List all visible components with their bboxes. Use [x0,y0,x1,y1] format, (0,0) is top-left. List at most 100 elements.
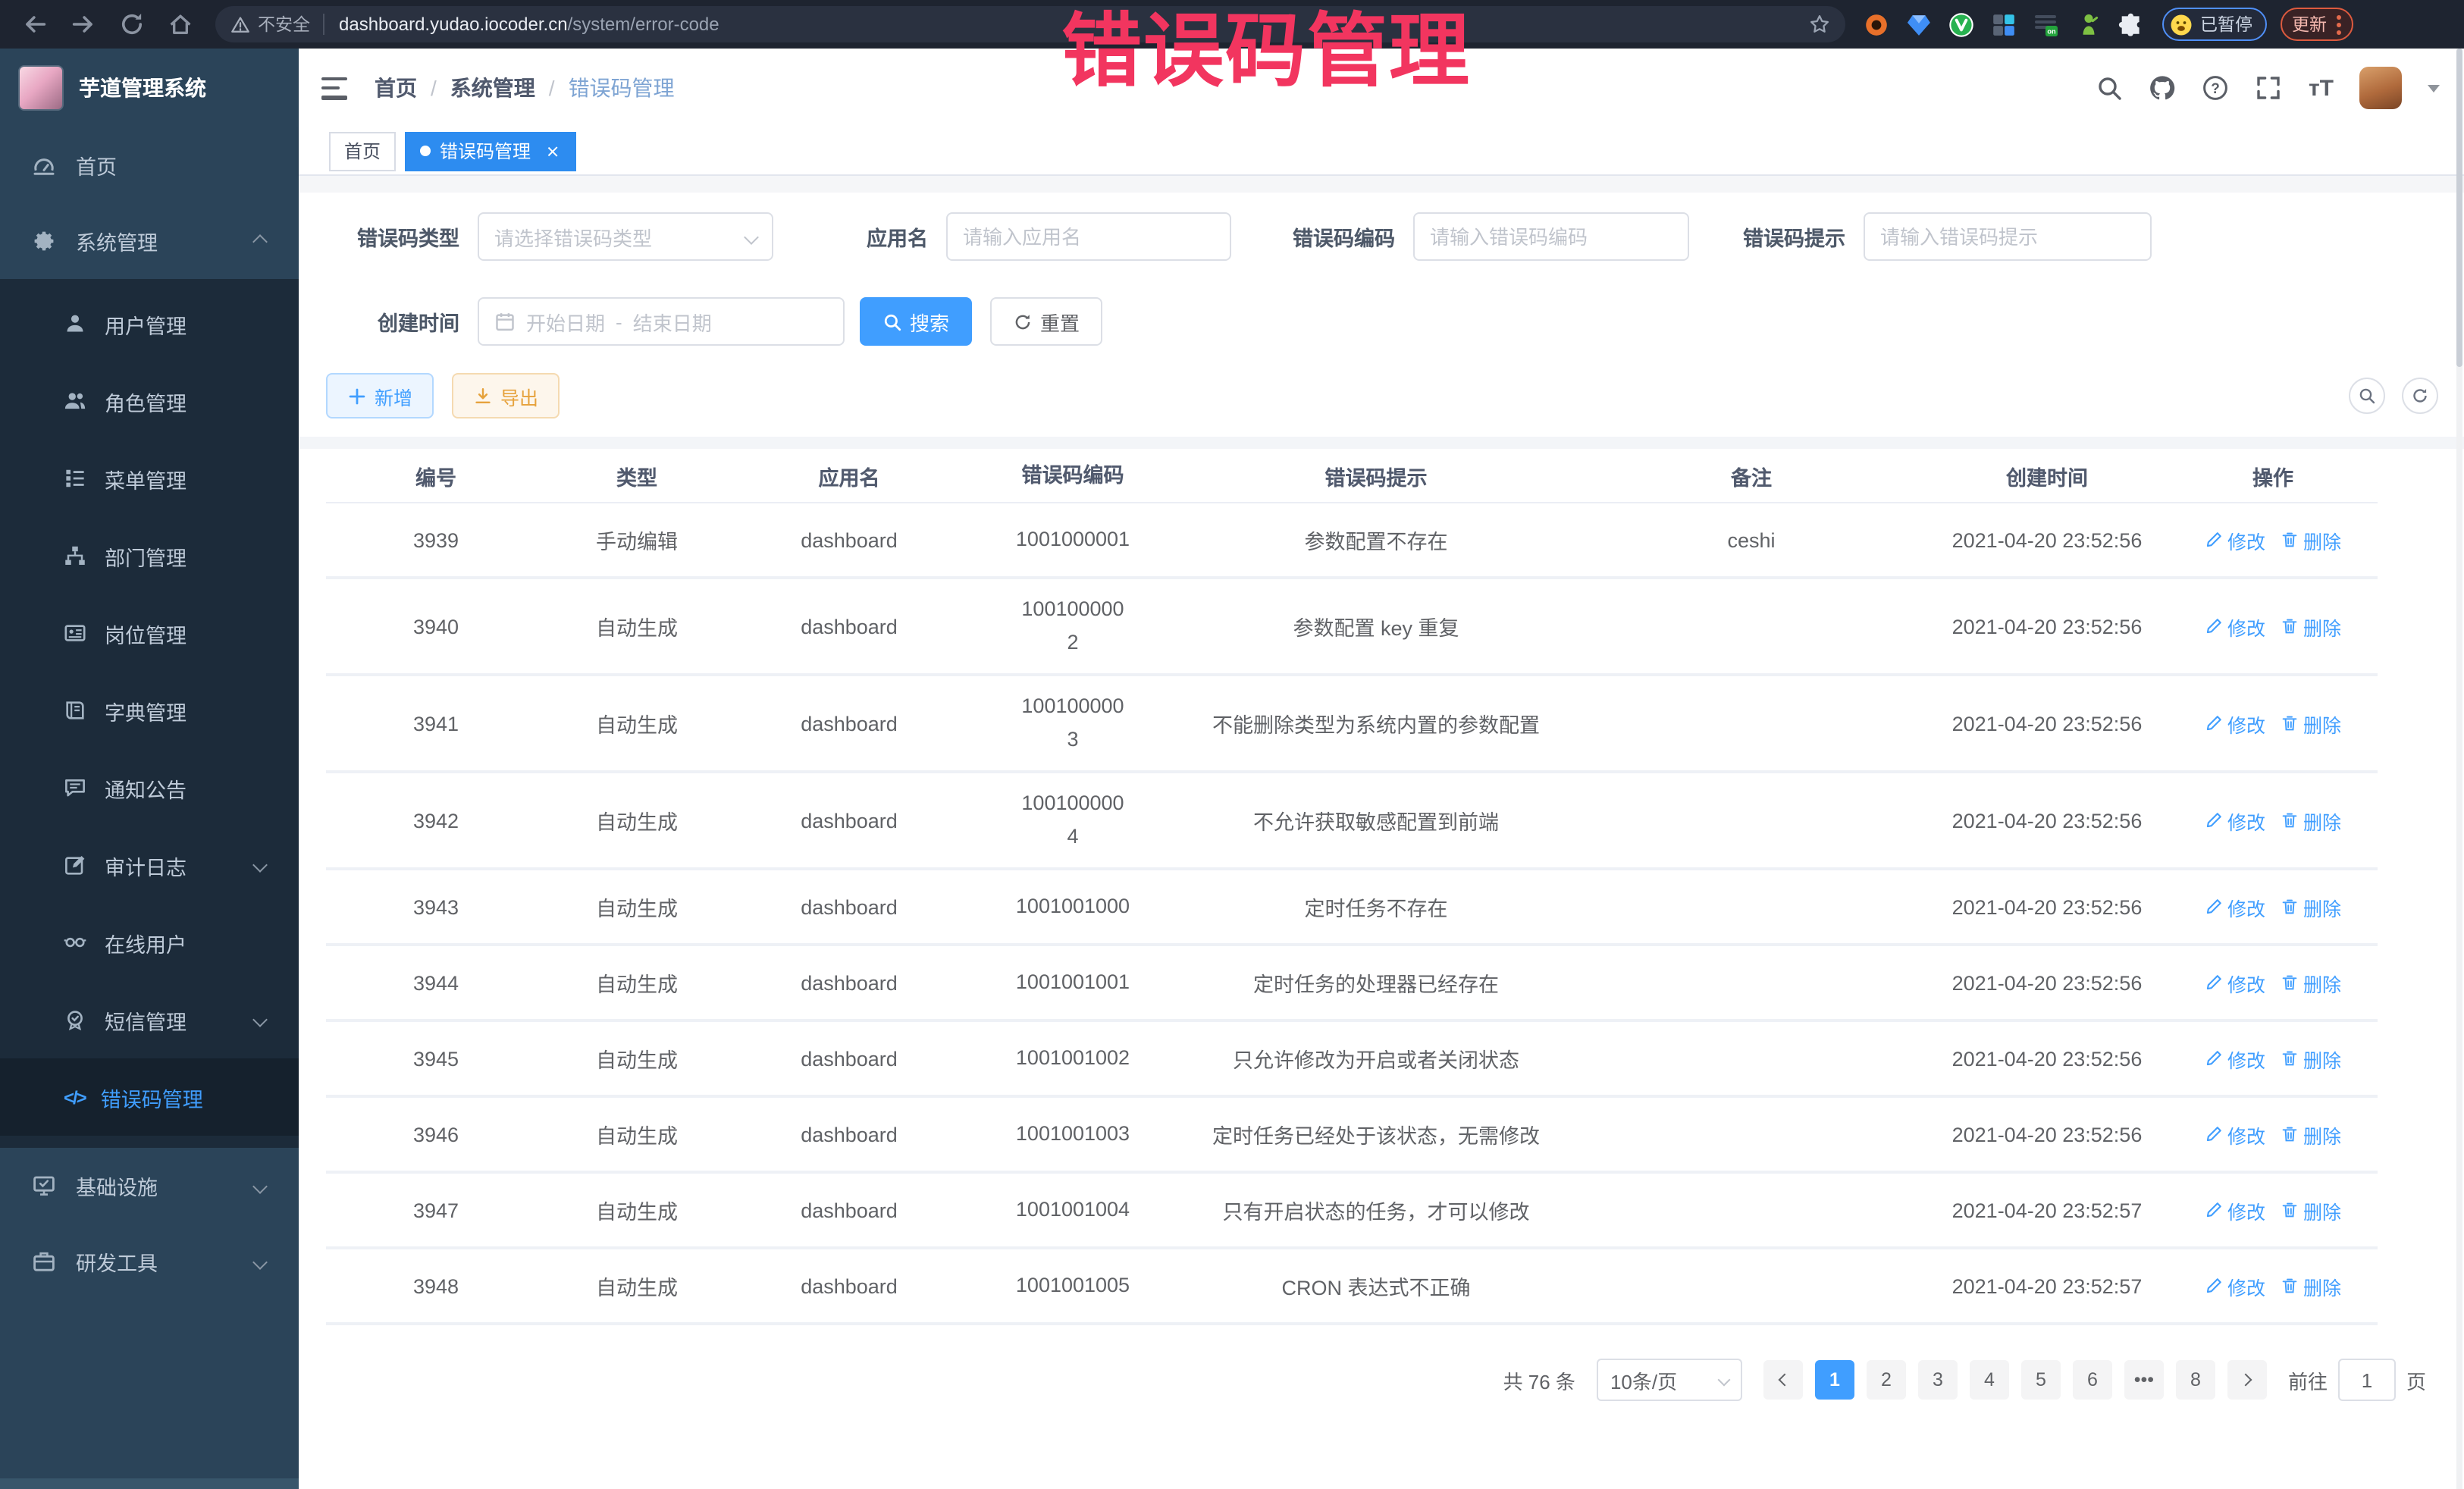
delete-link[interactable]: 删除 [2281,1271,2341,1300]
browser-home-icon[interactable] [167,11,194,38]
cell-time: 2021-04-20 23:52:56 [1926,712,2168,735]
edit-link[interactable]: 修改 [2205,1196,2265,1224]
scrollbar-thumb[interactable] [2456,49,2462,367]
page-button-4[interactable]: 4 [1970,1360,2009,1400]
extension-green-v-icon[interactable] [1948,11,1974,37]
browser-reload-icon[interactable] [118,11,146,38]
prev-page-button[interactable] [1763,1360,1803,1400]
error-code-input-wrap [1413,212,1689,261]
next-page-button[interactable] [2227,1360,2267,1400]
extension-figure-icon[interactable] [2076,11,2102,37]
search-button[interactable]: 搜索 [860,297,972,346]
sidebar-item-menu-mgmt[interactable]: 菜单管理 [0,440,299,517]
breadcrumb-home[interactable]: 首页 [375,73,417,103]
sidebar-item-infrastructure[interactable]: 基础设施 [0,1148,299,1224]
edit-link[interactable]: 修改 [2205,1271,2265,1300]
show-search-icon-button[interactable] [2349,378,2385,414]
delete-link[interactable]: 删除 [2281,709,2341,738]
sidebar-item-audit-log[interactable]: 审计日志 [0,826,299,904]
delete-link[interactable]: 删除 [2281,1196,2341,1224]
extension-puzzle-icon[interactable] [2118,11,2144,37]
delete-link[interactable]: 删除 [2281,892,2341,921]
export-button[interactable]: 导出 [452,373,560,418]
tab-error-code-mgmt[interactable]: 错误码管理 [405,131,576,171]
sidebar-item-system[interactable]: 系统管理 [0,203,299,279]
font-size-icon[interactable]: ᴛT [2309,77,2334,99]
chevron-down-icon [1717,1374,1730,1387]
app-logo-row[interactable]: 芋道管理系统 [0,49,299,127]
caret-down-icon[interactable] [2428,84,2440,92]
sidebar-item-sms-mgmt[interactable]: 短信管理 [0,981,299,1058]
sidebar-item-role-mgmt[interactable]: 角色管理 [0,362,299,440]
sidebar-item-dept-mgmt[interactable]: 部门管理 [0,517,299,594]
sidebar-item-post-mgmt[interactable]: 岗位管理 [0,594,299,672]
sidebar-item-dev-tools[interactable]: 研发工具 [0,1224,299,1299]
bookmark-star-icon[interactable] [1809,14,1830,35]
error-code-input[interactable] [1430,225,1672,248]
extension-grid-icon[interactable] [1991,11,2017,37]
goto-page-input[interactable] [2338,1359,2396,1401]
app-name-input[interactable] [963,225,1215,248]
sidebar-item-error-code-mgmt[interactable]: </> 错误码管理 [0,1058,299,1136]
extension-list-on-icon[interactable]: on [2033,11,2059,37]
hamburger-icon[interactable] [321,77,347,99]
sidebar-item-user-mgmt[interactable]: 用户管理 [0,285,299,362]
page-content: 错误码类型 请选择错误码类型 应用名 错误码编码 错误码提示 [299,212,2464,1401]
page-button-8[interactable]: 8 [2176,1360,2215,1400]
date-range-picker[interactable]: 开始日期 - 结束日期 [478,297,845,346]
breadcrumb-system[interactable]: 系统管理 [450,73,535,103]
edit-link[interactable]: 修改 [2205,1120,2265,1149]
edit-link[interactable]: 修改 [2205,892,2265,921]
edit-link[interactable]: 修改 [2205,1044,2265,1073]
sidebar-item-home[interactable]: 首页 [0,127,299,203]
help-icon[interactable]: ? [2202,74,2230,102]
address-bar[interactable]: 不安全 dashboard.yudao.iocoder.cn/system/er… [215,6,1845,42]
edit-link[interactable]: 修改 [2205,968,2265,997]
page-button-2[interactable]: 2 [1867,1360,1906,1400]
refresh-icon-button[interactable] [2402,378,2438,414]
edit-link[interactable]: 修改 [2205,612,2265,641]
cell-memo: ceshi [1577,528,1926,551]
table-row: 3944 自动生成 dashboard 1001001001 定时任务的处理器已… [326,946,2378,1022]
extension-orange-icon[interactable] [1864,11,1889,37]
sidebar-item-dict-mgmt[interactable]: 字典管理 [0,672,299,749]
edit-link[interactable]: 修改 [2205,525,2265,554]
error-hint-input[interactable] [1880,225,2135,248]
page-ellipsis[interactable]: ••• [2124,1360,2164,1400]
sidebar-item-online-users[interactable]: 在线用户 [0,904,299,981]
browser-forward-icon[interactable] [70,11,97,38]
search-icon[interactable] [2096,74,2124,102]
edit-link[interactable]: 修改 [2205,709,2265,738]
add-button[interactable]: 新增 [326,373,434,418]
browser-menu-icon[interactable] [2336,14,2340,34]
delete-link[interactable]: 删除 [2281,806,2341,835]
tab-home[interactable]: 首页 [329,131,396,171]
sidebar-item-notice-mgmt[interactable]: 通知公告 [0,749,299,826]
delete-link[interactable]: 删除 [2281,1120,2341,1149]
page-size-select[interactable]: 10条/页 [1597,1359,1742,1401]
sidebar-item-label: 短信管理 [105,1005,187,1035]
page-scrollbar[interactable] [2456,49,2462,1489]
start-date-placeholder: 开始日期 [526,307,605,336]
delete-link[interactable]: 删除 [2281,1044,2341,1073]
security-label[interactable]: 不安全 [258,12,310,36]
browser-back-icon[interactable] [21,11,49,38]
avatar[interactable] [2359,67,2402,109]
delete-link[interactable]: 删除 [2281,612,2341,641]
reset-button[interactable]: 重置 [990,297,1102,346]
page-button-5[interactable]: 5 [2021,1360,2061,1400]
page-button-6[interactable]: 6 [2073,1360,2112,1400]
extension-gem-icon[interactable] [1906,11,1932,37]
profile-paused-badge[interactable]: 已暂停 [2162,8,2266,41]
browser-update-button[interactable]: 更新 [2280,8,2353,41]
error-code-type-select[interactable]: 请选择错误码类型 [478,212,773,261]
delete-link[interactable]: 删除 [2281,525,2341,554]
tab-label: 错误码管理 [440,138,531,164]
page-button-1[interactable]: 1 [1815,1360,1854,1400]
close-icon[interactable] [544,143,561,159]
page-button-3[interactable]: 3 [1918,1360,1958,1400]
edit-link[interactable]: 修改 [2205,806,2265,835]
github-icon[interactable] [2149,74,2177,102]
delete-link[interactable]: 删除 [2281,968,2341,997]
fullscreen-icon[interactable] [2256,74,2283,102]
